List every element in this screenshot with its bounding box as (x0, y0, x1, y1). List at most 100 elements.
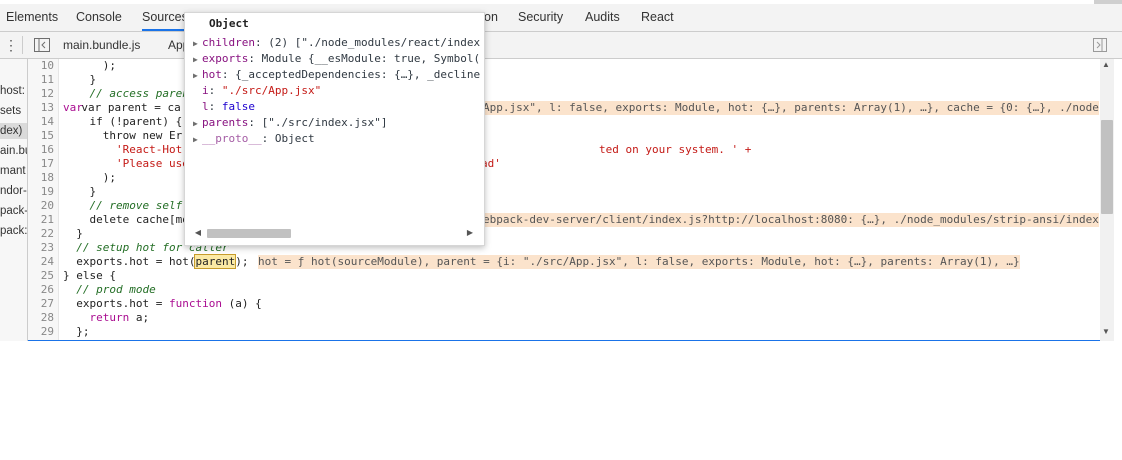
tab-sources[interactable]: Sources (142, 4, 188, 31)
expand-triangle-icon[interactable]: ▶ (193, 116, 202, 131)
highlighted-token-parent[interactable]: parent (194, 254, 237, 269)
navigator-item[interactable]: ndor- (0, 183, 27, 199)
scroll-left-arrow-icon[interactable]: ◀ (193, 227, 203, 238)
property-key: __proto__ (202, 132, 262, 145)
scroll-up-arrow-icon[interactable]: ▲ (1102, 60, 1110, 69)
scroll-right-arrow-icon[interactable]: ▶ (465, 227, 475, 238)
code-line-comment: // access paren (63, 87, 189, 100)
navigator-item[interactable]: pack:/ (0, 223, 27, 239)
file-tab-main-bundle[interactable]: main.bundle.js (63, 32, 140, 58)
line-number[interactable]: 10 (26, 59, 54, 73)
navigator-item[interactable]: mant (0, 163, 26, 179)
popover-scrollbar-thumb[interactable] (207, 229, 291, 238)
tab-elements[interactable]: Elements (6, 4, 58, 31)
inline-value-line-13: App.jsx", l: false, exports: Module, hot… (483, 101, 1099, 115)
code-keyword: return (89, 311, 130, 324)
code-line: return a; (63, 311, 150, 325)
line-number[interactable]: 28 (26, 311, 54, 325)
toggle-navigator-icon[interactable] (34, 38, 50, 52)
code-line: exports.hot = hot(parent); (63, 254, 249, 269)
expand-triangle-icon[interactable]: ▶ (193, 36, 202, 51)
code-token: var parent = ca (59, 101, 181, 114)
property-value: "./src/App.jsx" (221, 84, 322, 97)
line-number[interactable]: 18 (26, 171, 54, 185)
line-number[interactable]: 16 (26, 143, 54, 157)
code-line: throw new Err (63, 129, 189, 142)
vertical-scrollbar-thumb[interactable] (1101, 120, 1113, 214)
line-number[interactable]: 25 (26, 269, 54, 283)
popover-horizontal-scrollbar[interactable]: ◀ ▶ (193, 227, 475, 238)
popover-property-row[interactable]: ▶ children: (2) ["./node_modules/react/in… (193, 35, 483, 51)
property-key: l (202, 100, 209, 113)
line-number[interactable]: 22 (26, 227, 54, 241)
property-key: children (202, 36, 255, 49)
tab-react[interactable]: React (641, 4, 674, 31)
code-line-comment: // prod mode (63, 283, 156, 296)
line-number[interactable]: 29 (26, 325, 54, 339)
popover-property-row[interactable]: ▶ hot: {_acceptedDependencies: {…}, _decl… (193, 67, 483, 83)
line-number[interactable]: 26 (26, 283, 54, 297)
popover-property-row[interactable]: ▶ __proto__: Object (193, 131, 483, 147)
code-line: } (63, 185, 97, 198)
line-number[interactable]: 12 (26, 87, 54, 101)
code-line: ); (63, 171, 116, 184)
code-token: a; (129, 311, 150, 324)
toggle-debugger-icon[interactable] (1093, 38, 1107, 52)
property-value: {_acceptedDependencies: {…}, _decline (235, 68, 481, 81)
tab-console[interactable]: Console (76, 4, 122, 31)
property-value: (2) ["./node_modules/react/index (268, 36, 481, 49)
code-token: exports.hot = hot( (63, 255, 196, 268)
property-value: Object (274, 132, 315, 145)
code-line-string: 'React-Hot- (63, 143, 189, 156)
expand-triangle-icon[interactable]: ▶ (193, 52, 202, 67)
inline-value-line-24: hot = ƒ hot(sourceModule), parent = {i: … (258, 255, 1020, 269)
navigator-item[interactable]: ain.bu (0, 143, 27, 159)
code-line-comment: // remove self (63, 199, 183, 212)
file-navigator: host: sets dex) ain.bu mant ndor- pack- … (0, 59, 28, 341)
code-line: } (63, 227, 83, 240)
popover-property-row: i: "./src/App.jsx" (202, 84, 322, 97)
navigator-item-selected[interactable]: dex) (0, 123, 27, 139)
popover-property-row: l: false (202, 100, 255, 113)
property-key: parents (202, 116, 249, 129)
code-line: delete cache[mo (63, 213, 189, 226)
line-number[interactable]: 21 (26, 213, 54, 227)
tab-network-partial[interactable]: on (484, 4, 498, 31)
inline-value-line-21: ebpack-dev-server/client/index.js?http:/… (483, 213, 1099, 227)
navigator-item[interactable]: pack- (0, 203, 27, 219)
line-number[interactable]: 19 (26, 185, 54, 199)
property-key: i (202, 84, 209, 97)
line-number[interactable]: 13 (26, 101, 54, 115)
popover-property-row[interactable]: ▶ parents: ["./src/index.jsx"] (193, 115, 483, 131)
code-token: (a) { (221, 297, 262, 310)
line-number[interactable]: 15 (26, 129, 54, 143)
line-number-gutter: 10 11 12 13 14 15 16 17 18 19 20 21 22 23 24 25 26 27 28 29 (28, 59, 59, 341)
navigator-item[interactable]: host: (0, 83, 25, 99)
scroll-down-arrow-icon[interactable]: ▼ (1102, 327, 1110, 336)
line-number[interactable]: 17 (26, 157, 54, 171)
code-token: ); (235, 255, 249, 268)
line-number[interactable]: 11 (26, 73, 54, 87)
tab-audits[interactable]: Audits (585, 4, 620, 31)
line-number[interactable]: 14 (26, 115, 54, 129)
navigator-item[interactable]: sets (0, 103, 21, 119)
code-line: if (!parent) { (63, 115, 183, 128)
tab-security[interactable]: Security (518, 4, 563, 31)
property-value: Module {__esModule: true, Symbol( (261, 52, 481, 65)
line-number[interactable]: 23 (26, 241, 54, 255)
toolbar-divider (22, 36, 23, 54)
property-value: ["./src/index.jsx"] (261, 116, 388, 129)
line-number[interactable]: 27 (26, 297, 54, 311)
line-number[interactable]: 24 (26, 255, 54, 269)
more-options-icon[interactable]: ⋮ (4, 35, 18, 55)
property-key: exports (202, 52, 249, 65)
devtools-tab-bar: Elements Console Sources on Security Aud… (0, 4, 1122, 32)
expand-triangle-icon[interactable]: ▶ (193, 132, 202, 147)
popover-property-row[interactable]: ▶ exports: Module {__esModule: true, Symb… (193, 51, 483, 67)
line-number[interactable]: 20 (26, 199, 54, 213)
code-token: exports.hot = (63, 297, 169, 310)
object-preview-popover[interactable]: Object ▶ children: (2) ["./node_modules/r… (184, 12, 485, 246)
property-key: hot (202, 68, 222, 81)
expand-triangle-icon[interactable]: ▶ (193, 68, 202, 83)
